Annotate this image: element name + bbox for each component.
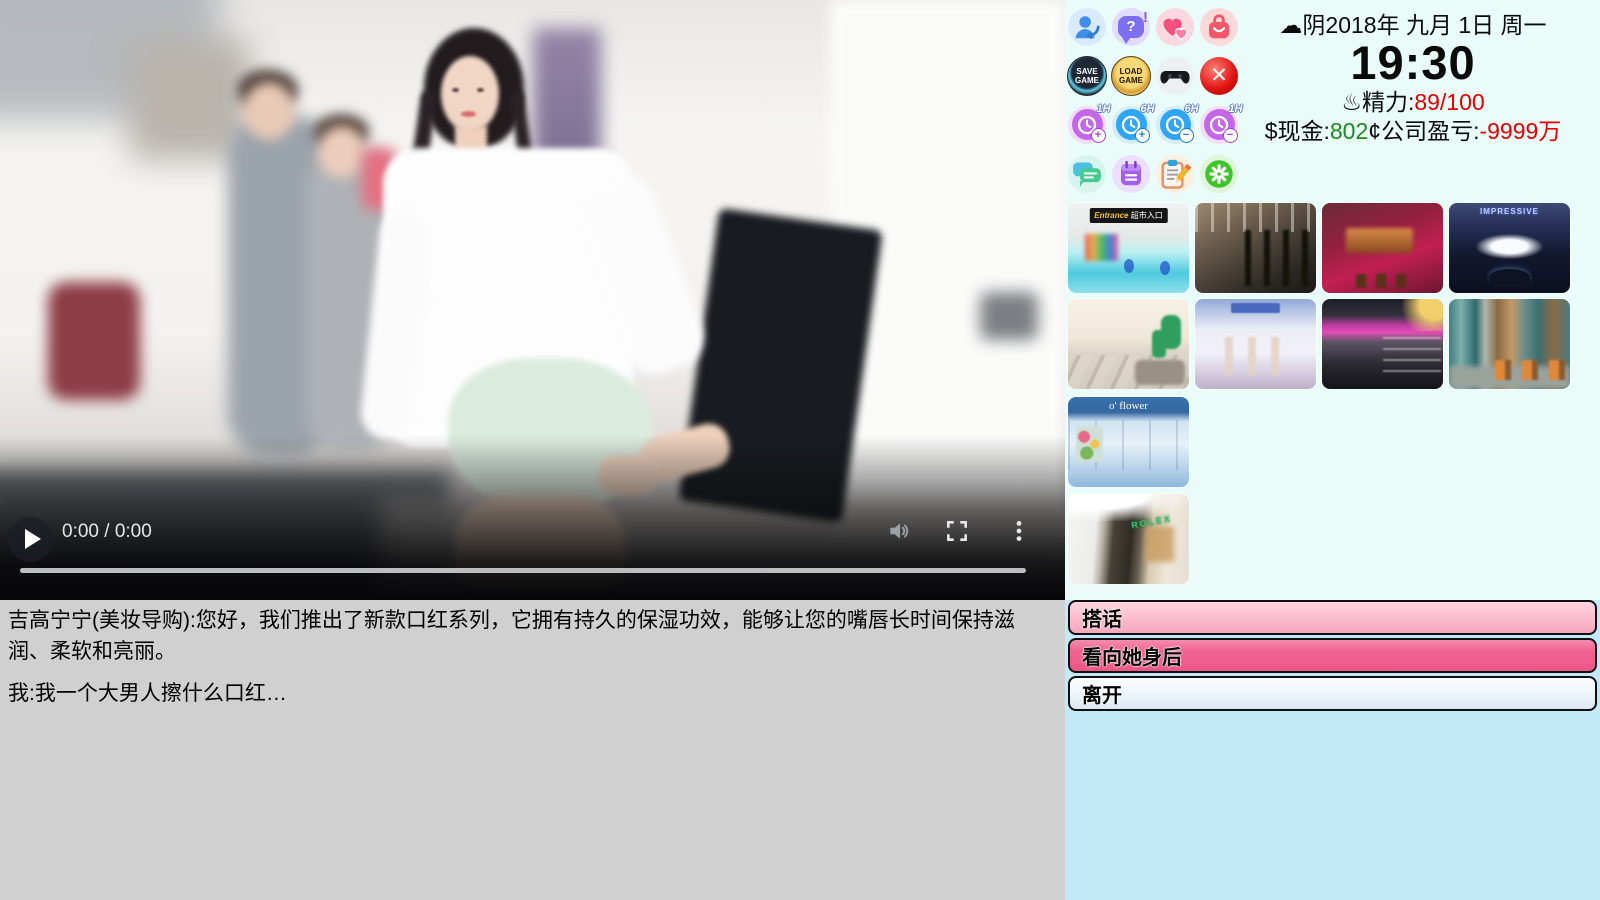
cash-label: 现金:	[1278, 118, 1330, 144]
weather-icon: ☁	[1279, 12, 1302, 38]
energy-line: ♨精力:89/100	[1233, 88, 1593, 117]
location-sign: IMPRESSIVE	[1449, 207, 1570, 216]
action-button-look-behind[interactable]: 看向她身后	[1068, 638, 1597, 673]
sofa-decor	[1135, 360, 1186, 384]
save-game-button[interactable]: SAVE GAME	[1067, 56, 1107, 96]
energy-icon: ♨	[1341, 89, 1362, 115]
woman-face	[441, 56, 499, 132]
play-icon	[25, 529, 41, 549]
company-value: -9999万	[1479, 118, 1561, 144]
location-thumb-salon[interactable]	[1068, 299, 1189, 389]
time-plus-6h-button[interactable]: 6H +	[1112, 106, 1150, 144]
character-icon[interactable]	[1068, 8, 1106, 46]
location-thumb-lounge-restaurant[interactable]	[1449, 299, 1570, 389]
location-thumb-cosmetics-store[interactable]	[1322, 299, 1443, 389]
video-menu-icon[interactable]	[1006, 518, 1032, 544]
location-thumb-watch-store[interactable]: ROLEX	[1068, 494, 1189, 584]
video-play-button[interactable]	[8, 517, 53, 562]
volume-icon[interactable]	[886, 518, 912, 544]
fullscreen-icon[interactable]	[944, 518, 970, 544]
status-block: ☁阴2018年 九月 1日 周一 19:30 ♨精力:89/100 $现金:80…	[1233, 6, 1593, 146]
clock-time: 19:30	[1233, 38, 1593, 88]
dialogue-box: 吉高宁宁(美妆导购):您好，我们推出了新款口红系列，它拥有持久的保湿功效，能够让…	[0, 600, 1065, 900]
dialogue-line-npc: 吉高宁宁(美妆导购):您好，我们推出了新款口红系列，它拥有持久的保湿功效，能够让…	[8, 605, 1055, 667]
video-player[interactable]: 0:00 / 0:00	[0, 0, 1065, 600]
energy-value: 89/100	[1414, 89, 1484, 115]
dialogue-line-player: 我:我一个大男人擦什么口红…	[8, 678, 1055, 709]
location-sign: ROLEX	[1130, 514, 1172, 531]
location-sign: Entrance 超市入口	[1089, 208, 1167, 223]
game-root: 0:00 / 0:00 吉高宁宁(美妆导购):您好，我们推出了新款口红系列，它拥…	[0, 0, 1600, 900]
video-time: 0:00 / 0:00	[62, 521, 152, 543]
location-thumb-supermarket-entrance[interactable]: Entrance 超市入口	[1068, 203, 1189, 293]
action-button-leave[interactable]: 离开	[1068, 676, 1597, 711]
video-progress-bar[interactable]	[20, 568, 1026, 573]
planner-icon[interactable]	[1112, 155, 1150, 193]
location-thumb-flower-shop[interactable]: o' flower	[1068, 397, 1189, 487]
time-minus-6h-button[interactable]: 6H −	[1156, 106, 1194, 144]
company-label: 公司盈亏:	[1381, 118, 1479, 144]
location-thumb-bar[interactable]	[1322, 203, 1443, 293]
cash-symbol: $	[1265, 118, 1278, 144]
action-button-talk[interactable]: 搭话	[1068, 600, 1597, 635]
relationship-hearts-icon[interactable]	[1156, 8, 1194, 46]
settings-gear-icon[interactable]	[1200, 155, 1238, 193]
location-thumb-clothing-store[interactable]	[1195, 299, 1316, 389]
location-thumb-gym[interactable]	[1195, 203, 1316, 293]
date-line: ☁阴2018年 九月 1日 周一	[1233, 6, 1593, 40]
date-text: 阴2018年 九月 1日 周一	[1302, 12, 1546, 38]
location-sign: o' flower	[1068, 400, 1189, 412]
red-chair	[48, 282, 140, 400]
time-plus-1h-button[interactable]: 1H +	[1068, 106, 1106, 144]
energy-label: 精力:	[1362, 89, 1414, 115]
location-thumb-car-showroom[interactable]: IMPRESSIVE	[1449, 203, 1570, 293]
action-menu: 搭话 看向她身后 离开	[1068, 600, 1597, 714]
help-icon[interactable]: ? !	[1112, 8, 1150, 46]
chat-icon[interactable]	[1068, 155, 1106, 193]
load-game-button[interactable]: LOAD GAME	[1111, 56, 1151, 96]
side-panel: ? ! SAVE GAME LOAD GAME ✕	[1065, 0, 1600, 900]
cash-value: 802	[1330, 118, 1368, 144]
toolbar: ? ! SAVE GAME LOAD GAME ✕	[1065, 2, 1241, 198]
money-line: $现金:802¢公司盈亏:-9999万	[1233, 117, 1593, 146]
company-symbol: ¢	[1368, 118, 1381, 144]
gamepad-icon[interactable]	[1156, 57, 1194, 95]
tasks-clipboard-icon[interactable]	[1156, 155, 1194, 193]
